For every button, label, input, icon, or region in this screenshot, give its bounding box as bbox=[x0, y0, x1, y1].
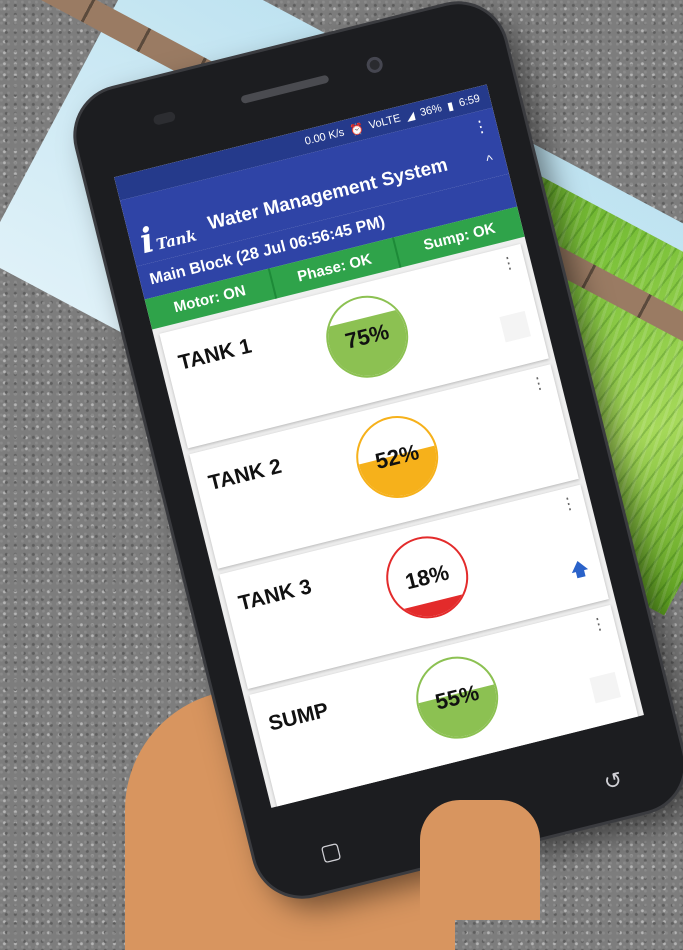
tank-name: TANK 3 bbox=[236, 575, 314, 616]
card-menu-icon[interactable]: ⋮ bbox=[498, 252, 519, 275]
front-camera-icon bbox=[364, 55, 385, 75]
battery-level: 36% bbox=[418, 102, 444, 120]
overflow-menu-icon[interactable]: ⋮ bbox=[471, 115, 491, 138]
phone-speaker bbox=[240, 74, 330, 105]
card-placeholder bbox=[589, 671, 621, 704]
back-icon[interactable]: ↺ bbox=[601, 767, 625, 797]
tank-name: TANK 1 bbox=[176, 334, 254, 375]
card-menu-icon[interactable]: ⋮ bbox=[558, 492, 579, 515]
logo-tank: Tank bbox=[154, 226, 199, 254]
signal-icon: ◢ bbox=[404, 109, 416, 124]
battery-icon: ▮ bbox=[446, 99, 455, 113]
collapse-icon[interactable]: ^ bbox=[485, 151, 495, 168]
card-menu-icon[interactable]: ⋮ bbox=[528, 372, 549, 395]
gauge-percent: 55% bbox=[432, 679, 482, 715]
gauge-percent: 52% bbox=[372, 439, 422, 475]
tank-gauge: 52% bbox=[347, 407, 447, 507]
tank-name: SUMP bbox=[266, 698, 331, 736]
card-menu-icon[interactable]: ⋮ bbox=[588, 613, 609, 636]
volte-badge: VoLTE bbox=[367, 112, 402, 132]
gauge-percent: 18% bbox=[402, 559, 452, 595]
gauge-percent: 75% bbox=[342, 318, 392, 354]
arrow-up-icon: 🡅 bbox=[568, 557, 591, 582]
tank-gauge: 18% bbox=[377, 527, 477, 628]
recent-apps-icon[interactable]: ▢ bbox=[317, 837, 343, 867]
logo-i: i bbox=[135, 220, 159, 263]
clock: 6:59 bbox=[457, 92, 482, 110]
card-placeholder bbox=[499, 310, 531, 343]
tank-name: TANK 2 bbox=[206, 454, 284, 496]
tank-gauge: 55% bbox=[407, 647, 507, 748]
alarm-icon: ⏰ bbox=[348, 122, 365, 138]
tank-gauge: 75% bbox=[317, 287, 417, 387]
thumb bbox=[420, 800, 540, 920]
phone-sensor bbox=[152, 110, 177, 126]
